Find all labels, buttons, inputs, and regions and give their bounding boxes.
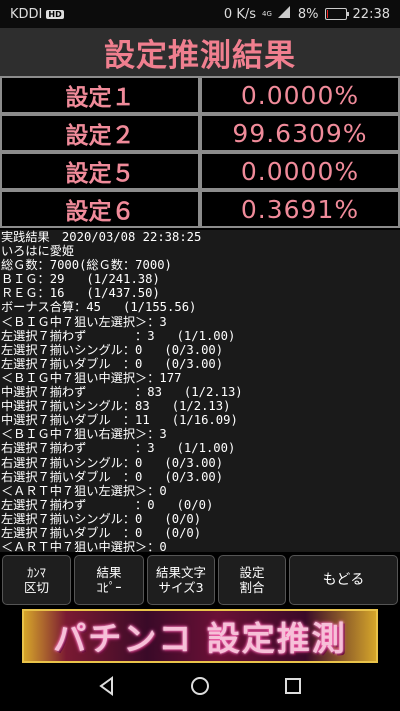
home-circle-icon[interactable]: [190, 676, 210, 700]
banner-text: パチンコ 設定推測: [53, 619, 347, 658]
status-right: 0 K/s 4G 8% 22:38: [224, 6, 390, 22]
back-button[interactable]: もどる: [289, 555, 398, 605]
clock: 22:38: [352, 6, 390, 22]
log-line: 左選択７揃いシングル：0 (0/0): [1, 511, 202, 526]
nav-bar: [0, 664, 400, 711]
button-label: 割合: [239, 580, 265, 595]
button-label: もどる: [322, 571, 365, 588]
carrier-label: KDDI: [10, 6, 43, 22]
log-line: ＜ＡＲＴ中７狙い左選択＞：0: [1, 483, 167, 498]
log-line: 左選択７揃わず ：3 (1/1.00): [1, 328, 236, 343]
back-triangle-icon[interactable]: [97, 675, 117, 700]
setting-name: 設定１: [0, 76, 200, 114]
settings-row: 設定６ 0.3691%: [0, 190, 400, 228]
copy-result-button[interactable]: 結果 ｺﾋﾟｰ: [74, 555, 144, 605]
log-line: 左選択７揃わず ：0 (0/0): [1, 497, 214, 512]
log-line: 左選択７揃いダブル ：0 (0/3.00): [1, 356, 224, 371]
log-line: 中選択７揃わず ：83 (1/2.13): [1, 385, 243, 400]
comma-separate-button[interactable]: ｶﾝﾏ 区切: [2, 555, 71, 605]
button-label: 区切: [23, 580, 49, 595]
settings-row: 設定２ 99.6309%: [0, 114, 400, 152]
setting-ratio-button[interactable]: 設定 割合: [218, 555, 286, 605]
log-line: いろはに愛姫: [1, 244, 75, 259]
result-log[interactable]: 実践結果 2020/03/08 22:38:25 いろはに愛姫 総Ｇ数：7000(総…: [0, 230, 400, 552]
settings-table: 設定１ 0.0000% 設定２ 99.6309% 設定５ 0.0000% 設定６…: [0, 76, 400, 228]
hd-badge: HD: [46, 9, 64, 19]
log-line: 右選択７揃いダブル ：0 (0/3.00): [1, 469, 224, 484]
font-size-button[interactable]: 結果文字 サイズ3: [147, 555, 215, 605]
log-line: ボーナス合算：45 (1/155.56): [1, 300, 197, 315]
status-bar: KDDI HD 0 K/s 4G 8% 22:38: [0, 0, 400, 28]
recents-square-icon[interactable]: [283, 676, 303, 700]
button-label: 設定: [239, 565, 265, 580]
setting-value: 0.3691%: [200, 190, 400, 228]
net-speed: 0 K/s: [223, 6, 257, 22]
log-line: 右選択７揃わず ：3 (1/1.00): [1, 441, 236, 456]
button-label: ｺﾋﾟｰ: [96, 580, 122, 595]
setting-name: 設定２: [0, 114, 200, 152]
setting-name: 設定６: [0, 190, 200, 228]
ad-banner[interactable]: パチンコ 設定推測: [22, 609, 378, 663]
battery-percent: 8%: [297, 6, 319, 22]
log-line: ＜ＢＩＧ中７狙い中選択＞：177: [1, 370, 182, 385]
log-line: 右選択７揃いシングル：0 (0/3.00): [1, 455, 224, 470]
button-bar: ｶﾝﾏ 区切 結果 ｺﾋﾟｰ 結果文字 サイズ3 設定 割合 もどる: [0, 553, 400, 607]
log-line: 総Ｇ数：7000(総Ｇ数：7000): [1, 258, 172, 273]
setting-value: 0.0000%: [200, 152, 400, 190]
log-line: 左選択７揃いダブル ：0 (0/0): [1, 525, 202, 540]
log-line: 中選択７揃いダブル ：11 (1/16.09): [1, 413, 238, 428]
settings-row: 設定５ 0.0000%: [0, 152, 400, 190]
log-line: 実践結果 2020/03/08 22:38:25: [1, 230, 202, 244]
setting-value: 0.0000%: [200, 76, 400, 114]
setting-value: 99.6309%: [200, 114, 400, 152]
log-line: ＲＥＧ：16 (1/437.50): [1, 286, 160, 301]
log-line: ＜ＢＩＧ中７狙い右選択＞：3: [1, 427, 167, 442]
settings-row: 設定１ 0.0000%: [0, 76, 400, 114]
button-label: サイズ3: [158, 580, 204, 595]
signal-icon: [277, 6, 292, 22]
page-title: 設定推測結果: [104, 37, 296, 74]
button-label: 結果文字: [155, 565, 206, 580]
log-line: ＜ＢＩＧ中７狙い左選択＞：3: [1, 314, 167, 329]
log-line: 中選択７揃いシングル：83 (1/2.13): [1, 399, 231, 414]
log-line: ＜ＡＲＴ中７狙い中選択＞：0: [1, 540, 167, 552]
button-label: ｶﾝﾏ: [27, 565, 46, 580]
network-label: 4G: [262, 10, 272, 18]
log-line: 左選択７揃いシングル：0 (0/3.00): [1, 342, 224, 357]
log-line: ＢＩＧ：29 (1/241.38): [1, 272, 160, 287]
setting-name: 設定５: [0, 152, 200, 190]
button-label: 結果: [96, 565, 122, 580]
status-left: KDDI HD: [10, 7, 64, 22]
title-bar: 設定推測結果: [0, 28, 400, 76]
battery-icon: [324, 8, 349, 20]
